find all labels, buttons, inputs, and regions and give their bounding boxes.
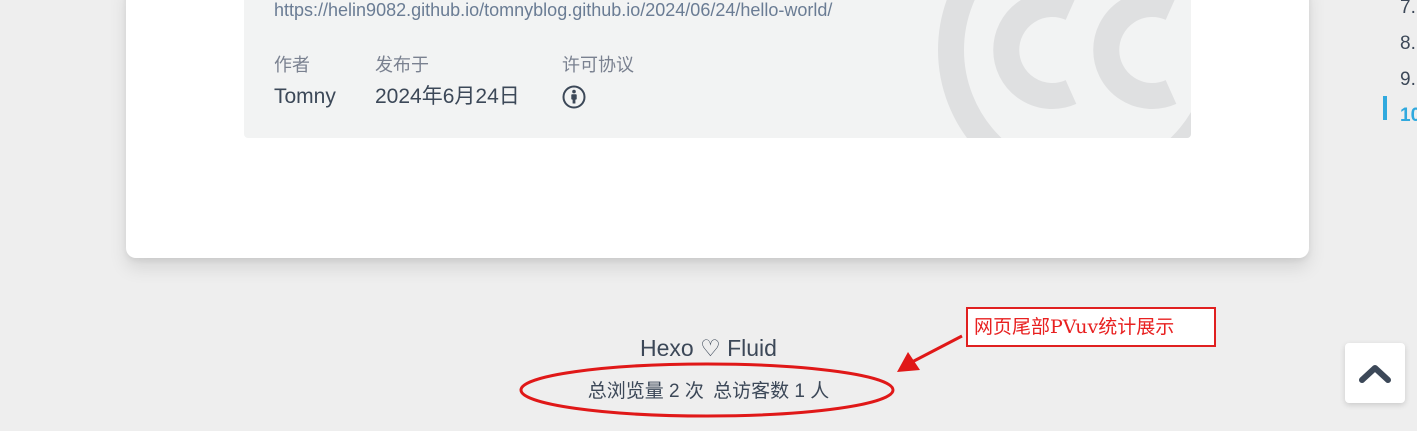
chevron-up-icon — [1359, 365, 1391, 383]
annotation-ellipse — [519, 362, 895, 418]
back-to-top-button[interactable] — [1345, 343, 1405, 403]
annotation-overlay — [519, 334, 963, 418]
annotation-arrow-line — [911, 334, 963, 364]
annotation-label: 网页尾部PVuv统计展示 — [966, 307, 1216, 347]
annotation-arrow-head — [897, 352, 920, 372]
